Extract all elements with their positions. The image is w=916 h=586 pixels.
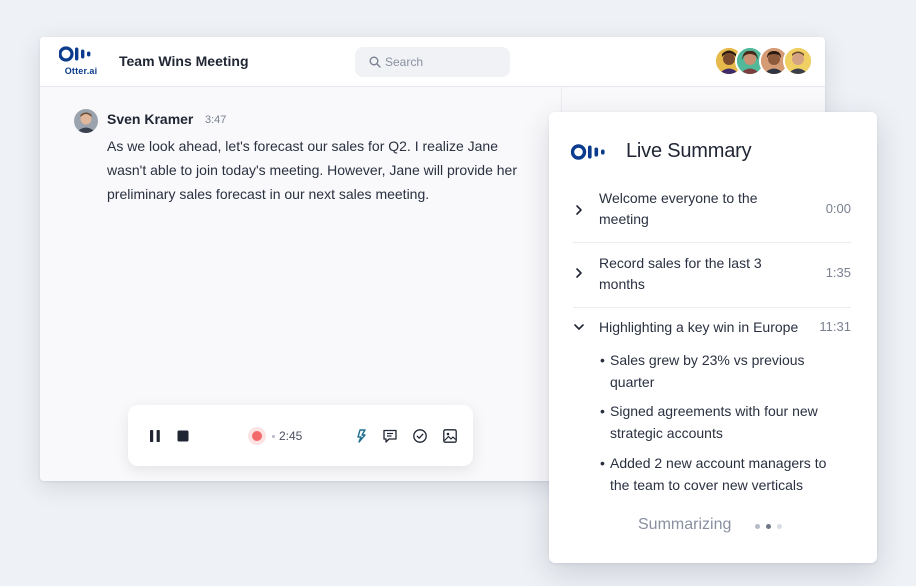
speaker-name[interactable]: Sven Kramer [107, 111, 193, 127]
transcript-text[interactable]: As we look ahead, let's forecast our sal… [107, 134, 537, 206]
avatar[interactable] [783, 46, 813, 76]
loading-dot [755, 524, 760, 529]
comment-icon[interactable] [382, 428, 398, 444]
panel-title: Live Summary [626, 140, 752, 162]
loading-dots [755, 524, 795, 530]
live-summary-panel: Live Summary Welcome everyone to the mee… [549, 112, 877, 563]
search-input[interactable]: Search [355, 47, 510, 77]
summary-item[interactable]: Record sales for the last 3 months 1:35 [573, 253, 853, 299]
participant-avatars [714, 46, 814, 78]
loading-dot [766, 524, 771, 529]
summary-bullet: • Signed agreements with four new strate… [600, 401, 840, 444]
summary-item-label: Record sales for the last 3 months [599, 255, 762, 292]
summary-bullet: • Sales grew by 23% vs previous quarter [600, 350, 840, 393]
loading-dot [777, 524, 782, 529]
app-header: Otter.ai Team Wins Meeting Search [40, 37, 825, 87]
summary-item-time[interactable]: 0:00 [826, 201, 851, 216]
image-icon[interactable] [442, 428, 458, 444]
separator-dot [272, 435, 275, 438]
summary-bullet-text: Added 2 new account managers to the team… [610, 455, 827, 493]
highlight-icon[interactable] [355, 428, 369, 444]
divider [573, 307, 851, 308]
summarizing-status: Summarizing [638, 516, 732, 533]
recording-indicator [252, 431, 262, 441]
summary-item-label: Welcome everyone to the meeting [599, 190, 758, 227]
chevron-right-icon[interactable] [573, 204, 585, 216]
meeting-title: Team Wins Meeting [119, 53, 249, 69]
bullet-dot: • [600, 455, 605, 471]
summary-item[interactable]: Welcome everyone to the meeting 0:00 [573, 188, 853, 234]
search-placeholder: Search [385, 55, 424, 69]
summary-bullet-text: Sales grew by 23% vs previous quarter [610, 352, 805, 390]
bullet-dot: • [600, 403, 605, 419]
speaker-timestamp[interactable]: 3:47 [205, 114, 226, 126]
chevron-right-icon[interactable] [573, 267, 585, 279]
recording-controls: 2:45 [128, 405, 473, 466]
summary-item-time[interactable]: 1:35 [826, 265, 851, 280]
summary-item-time[interactable]: 11:31 [819, 319, 851, 334]
divider [573, 242, 851, 243]
chevron-down-icon[interactable] [573, 321, 585, 333]
pause-icon[interactable] [149, 429, 161, 443]
check-circle-icon[interactable] [412, 428, 428, 444]
summary-bullet: • Added 2 new account managers to the te… [600, 453, 840, 496]
recording-elapsed: 2:45 [279, 429, 303, 443]
speaker-avatar[interactable] [74, 109, 98, 133]
summary-item-expanded[interactable]: Highlighting a key win in Europe 11:31 [573, 317, 853, 341]
otter-logo-mark [571, 144, 605, 160]
otter-logo[interactable]: Otter.ai [58, 46, 103, 78]
stop-icon[interactable] [177, 430, 189, 442]
summary-bullet-text: Signed agreements with four new strategi… [610, 403, 818, 441]
otter-logo-mark [58, 46, 91, 62]
search-icon [369, 56, 381, 68]
summary-item-label: Highlighting a key win in Europe [599, 319, 799, 335]
logo-text: Otter.ai [64, 66, 98, 76]
bullet-dot: • [600, 352, 605, 368]
